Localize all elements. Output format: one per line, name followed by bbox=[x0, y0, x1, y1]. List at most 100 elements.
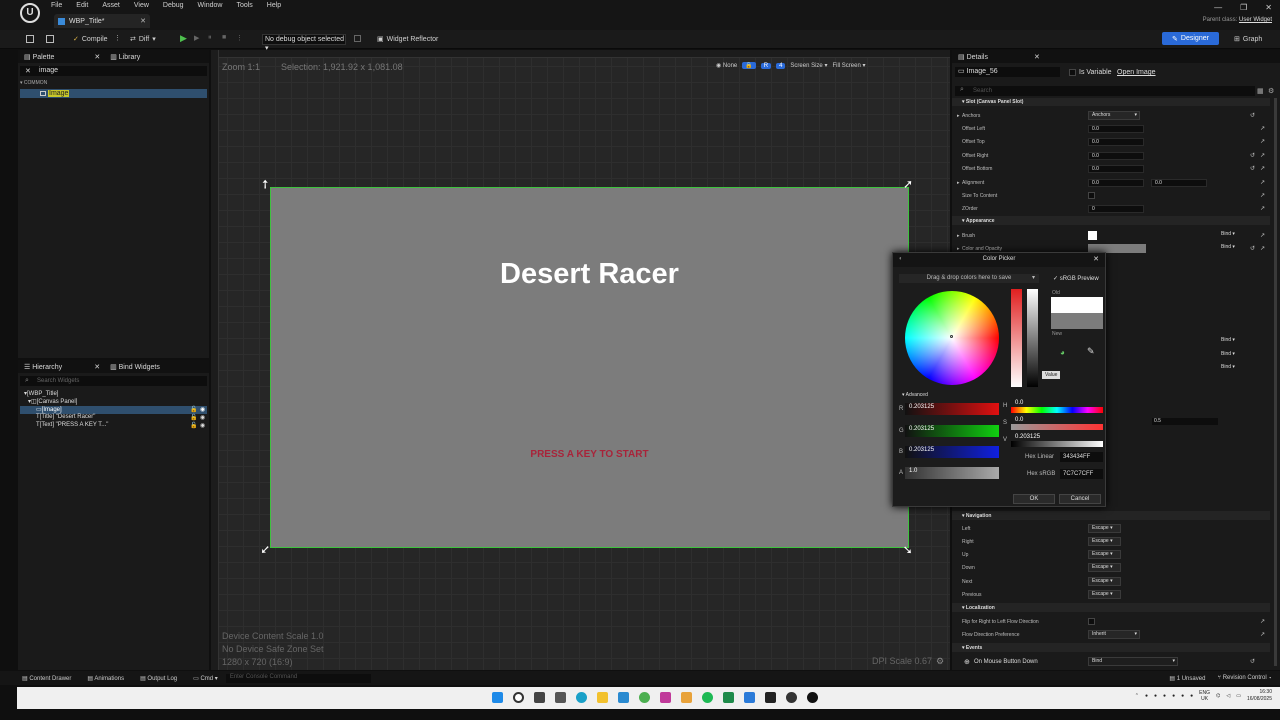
bind-dropdown[interactable]: Bind ▾ bbox=[1218, 364, 1242, 373]
hex-srgb-field[interactable]: 7C7C7CFF bbox=[1060, 469, 1103, 479]
hierarchy-search[interactable]: ⌕ Search Widgets bbox=[20, 376, 207, 386]
close-icon[interactable]: ✕ bbox=[1034, 53, 1040, 61]
is-variable-checkbox[interactable] bbox=[1069, 69, 1076, 76]
anchor-handle[interactable]: ➚ bbox=[260, 543, 270, 557]
app-icon[interactable] bbox=[765, 692, 776, 703]
bind-dropdown[interactable]: Bind ▾ bbox=[1218, 244, 1242, 253]
bind-widgets-tab[interactable]: ▥ Bind Widgets bbox=[110, 363, 160, 371]
zorder-field[interactable]: 0 bbox=[1088, 204, 1144, 213]
excel-icon[interactable] bbox=[723, 692, 734, 703]
menu-item[interactable]: Window bbox=[198, 2, 223, 9]
chevron-up-icon[interactable]: ⌃ bbox=[1135, 693, 1139, 699]
chevron-right-icon[interactable]: ▸ bbox=[957, 180, 960, 186]
saturation-slider[interactable] bbox=[1011, 289, 1022, 387]
reset-icon[interactable]: ↺ bbox=[1250, 112, 1255, 119]
clock[interactable]: 16:30 16/08/2025 bbox=[1247, 689, 1272, 703]
pin-icon[interactable]: ↗ bbox=[1260, 232, 1265, 239]
tree-item[interactable]: ▾◫[Canvas Panel] bbox=[28, 398, 207, 406]
wheel-cursor[interactable] bbox=[950, 335, 953, 338]
table-view-icon[interactable]: ▦ bbox=[1257, 87, 1264, 95]
cmd-dropdown[interactable]: ▭ Cmd ▾ bbox=[193, 675, 218, 682]
menu-item[interactable]: Debug bbox=[163, 2, 184, 9]
content-drawer-button[interactable]: ▤ Content Drawer bbox=[22, 675, 71, 682]
unreal-logo-icon[interactable]: U bbox=[20, 3, 40, 23]
tray-app-icon[interactable]: ● bbox=[1190, 693, 1193, 699]
debug-object-select[interactable]: No debug object selected ▾ bbox=[262, 34, 346, 52]
lock-icon[interactable]: 🔓 bbox=[190, 406, 197, 413]
snap-lock-toggle[interactable]: 🔒 bbox=[742, 62, 756, 69]
canvas-image-widget[interactable]: Desert Racer PRESS A KEY TO START bbox=[270, 187, 909, 548]
output-log-button[interactable]: ▤ Output Log bbox=[140, 675, 177, 682]
compile-button[interactable]: ✓ Compile bbox=[73, 35, 108, 44]
menu-item[interactable]: View bbox=[134, 2, 149, 9]
alignment-x-field[interactable]: 0.0 bbox=[1088, 178, 1144, 187]
close-window-icon[interactable]: ✕ bbox=[1265, 3, 1272, 12]
palette-item-image[interactable]: Image bbox=[20, 89, 207, 98]
anchor-handle[interactable]: ➚ bbox=[901, 545, 915, 555]
srgb-preview-checkbox[interactable]: ✓ sRGB Preview bbox=[1053, 275, 1099, 282]
details-search[interactable]: ⌕ Search bbox=[955, 86, 1255, 96]
graph-button[interactable]: ⊞ Graph bbox=[1234, 35, 1262, 44]
palette-search[interactable]: ✕ image bbox=[20, 66, 207, 76]
tree-item[interactable]: ▾[WBP_Title] bbox=[24, 390, 207, 398]
eyedropper-icon[interactable]: ✎ bbox=[1087, 346, 1095, 357]
a-slider[interactable]: 1.0 bbox=[905, 467, 999, 479]
none-toggle[interactable]: ◉ None bbox=[716, 62, 737, 69]
widget-name-field[interactable]: ▭ Image_56 bbox=[955, 67, 1060, 77]
pin-icon[interactable]: ↗ bbox=[1260, 205, 1265, 212]
obs-icon[interactable] bbox=[786, 692, 797, 703]
bind-dropdown[interactable]: Bind ▾ bbox=[1218, 231, 1242, 240]
menu-item[interactable]: File bbox=[51, 2, 62, 9]
close-icon[interactable]: ✕ bbox=[94, 53, 100, 61]
offset-top-field[interactable]: 0.0 bbox=[1088, 137, 1144, 146]
designer-button[interactable]: ✎ Designer bbox=[1162, 32, 1219, 45]
alignment-y-field[interactable]: 0.0 bbox=[1151, 178, 1207, 187]
diff-button[interactable]: ⇄ Diff ▾ bbox=[130, 35, 156, 44]
menu-item[interactable]: Tools bbox=[236, 2, 252, 9]
nav-dropdown[interactable]: Escape ▾ bbox=[1088, 577, 1121, 586]
more-options-icon[interactable]: ⋮ bbox=[114, 34, 121, 42]
browse-icon[interactable] bbox=[46, 35, 54, 43]
g-slider[interactable]: 0.203125 bbox=[905, 425, 999, 437]
debug-browse-icon[interactable] bbox=[354, 35, 361, 42]
scrollbar[interactable] bbox=[1274, 98, 1277, 666]
network-icon[interactable]: ⌬ bbox=[1216, 693, 1220, 699]
app-icon[interactable] bbox=[660, 692, 671, 703]
settings-icon[interactable] bbox=[618, 692, 629, 703]
event-bind-dropdown[interactable]: Bind ▾ bbox=[1088, 657, 1178, 666]
document-tab[interactable]: WBP_Title* ✕ bbox=[54, 14, 150, 28]
size-to-content-checkbox[interactable] bbox=[1088, 192, 1095, 199]
tray-app-icon[interactable]: ● bbox=[1163, 693, 1166, 699]
tray-app-icon[interactable]: ● bbox=[1154, 693, 1157, 699]
search-icon[interactable] bbox=[513, 692, 524, 703]
pin-icon[interactable]: ↗ bbox=[1260, 245, 1265, 252]
section-header-slot[interactable]: ▾ Slot (Canvas Panel Slot) bbox=[952, 98, 1270, 106]
pin-icon[interactable]: ↗ bbox=[1260, 179, 1265, 186]
menu-item[interactable]: Edit bbox=[76, 2, 88, 9]
widget-reflector-button[interactable]: ▣ Widget Reflector bbox=[377, 35, 438, 44]
color-picker-titlebar[interactable]: ◐ Color Picker ✕ bbox=[893, 253, 1105, 267]
tray-app-icon[interactable]: ● bbox=[1172, 693, 1175, 699]
anchors-dropdown[interactable]: Anchors ▾ bbox=[1088, 111, 1140, 120]
terminal-icon[interactable] bbox=[744, 692, 755, 703]
minimize-icon[interactable]: — bbox=[1214, 3, 1222, 12]
eject-icon[interactable]: ⋮ bbox=[236, 34, 243, 42]
task-view-icon[interactable] bbox=[534, 692, 545, 703]
color-wheel[interactable] bbox=[905, 291, 999, 385]
h-slider[interactable]: 0.0 bbox=[1011, 400, 1103, 413]
chevron-right-icon[interactable]: ▸ bbox=[957, 113, 960, 119]
save-icon[interactable] bbox=[26, 35, 34, 43]
close-icon[interactable]: ✕ bbox=[1093, 255, 1099, 263]
section-header-navigation[interactable]: ▾ Navigation bbox=[952, 511, 1270, 520]
menu-item[interactable]: Help bbox=[267, 2, 281, 9]
tree-item[interactable]: T[Title] "Desert Racer" 🔓 ◉ bbox=[36, 414, 207, 422]
pin-icon[interactable]: ↗ bbox=[1260, 125, 1265, 132]
tray-app-icon[interactable]: ● bbox=[1145, 693, 1148, 699]
brush-swatch[interactable] bbox=[1088, 231, 1097, 240]
reset-icon[interactable]: ↺ bbox=[1250, 245, 1255, 252]
parent-class-link[interactable]: User Widget bbox=[1239, 17, 1272, 23]
open-image-link[interactable]: Open Image bbox=[1117, 69, 1156, 76]
stop-icon[interactable]: ■ bbox=[222, 34, 226, 41]
tree-item[interactable]: T[Text] "PRESS A KEY T..." 🔓 ◉ bbox=[36, 422, 207, 430]
windows-start-icon[interactable] bbox=[492, 692, 503, 703]
